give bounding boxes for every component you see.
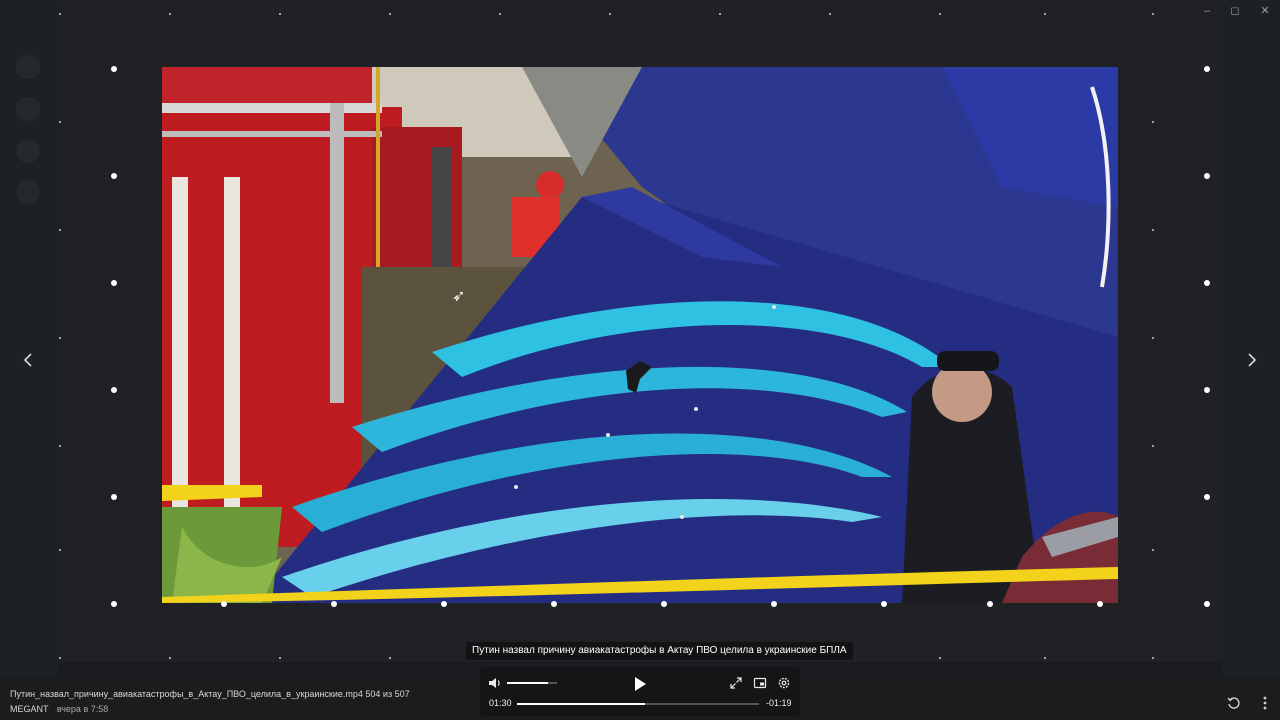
previous-media-button[interactable] [19,350,39,370]
placeholder-dot [881,601,887,607]
placeholder-dot [1152,657,1154,659]
close-button[interactable]: ✕ [1255,2,1275,20]
placeholder-dot [111,173,117,179]
volume-button[interactable] [488,676,502,690]
video-frame-image [162,67,1118,603]
avatar [16,97,40,121]
placeholder-dot [169,657,171,659]
placeholder-dot [829,13,831,15]
video-player-controls: 01:30 -01:19 [480,667,800,716]
seek-bar[interactable] [517,703,759,705]
placeholder-dot [111,601,117,607]
rotate-button[interactable] [1226,695,1242,711]
placeholder-dot [389,657,391,659]
remaining-time: -01:19 [766,698,792,708]
placeholder-dot [987,601,993,607]
minimize-button[interactable]: – [1197,2,1217,20]
picture-in-picture-icon [753,677,767,689]
placeholder-dot [609,13,611,15]
maximize-button[interactable]: ◻ [1225,2,1245,20]
video-frame[interactable]: ➶ [162,67,1118,603]
placeholder-dot [1204,173,1210,179]
media-position: 504 из 507 [365,689,410,699]
placeholder-dot [389,13,391,15]
file-info: Путин_назвал_причину_авиакатастрофы_в_Ак… [10,689,410,699]
placeholder-dot [1152,337,1154,339]
placeholder-dot [59,121,61,123]
volume-level [507,682,548,684]
more-vertical-icon [1263,696,1267,710]
message-meta: MEGANT вчера в 7:58 [10,704,108,714]
placeholder-dot [59,445,61,447]
picture-in-picture-button[interactable] [753,676,767,690]
fullscreen-button[interactable] [729,676,743,690]
placeholder-dot [1097,601,1103,607]
placeholder-dot [1204,66,1210,72]
avatar [16,55,40,79]
placeholder-dot [169,13,171,15]
settings-button[interactable] [777,676,791,690]
placeholder-dot [1152,13,1154,15]
placeholder-dot [279,657,281,659]
placeholder-dot [939,657,941,659]
placeholder-dot [1204,601,1210,607]
seek-progress [517,703,646,705]
next-media-button[interactable] [1241,350,1261,370]
placeholder-dot [111,280,117,286]
chevron-left-icon [23,353,32,367]
placeholder-dot [59,549,61,551]
placeholder-dot [1044,657,1046,659]
placeholder-dot [1152,445,1154,447]
more-options-button[interactable] [1257,695,1273,711]
message-date[interactable]: вчера в 7:58 [57,704,108,714]
placeholder-dot [1152,549,1154,551]
placeholder-dot [441,601,447,607]
placeholder-dot [939,13,941,15]
placeholder-dot [59,13,61,15]
placeholder-dot [59,229,61,231]
settings-icon [778,677,790,689]
placeholder-dot [1044,13,1046,15]
current-time: 01:30 [489,698,512,708]
placeholder-dot [551,601,557,607]
placeholder-dot [719,13,721,15]
placeholder-dot [1152,229,1154,231]
media-caption: Путин назвал причину авиакатастрофы в Ак… [466,642,853,660]
placeholder-dot [111,387,117,393]
play-icon [635,677,646,691]
chevron-right-icon [1248,353,1257,367]
placeholder-dot [221,601,227,607]
placeholder-dot [331,601,337,607]
placeholder-dot [279,13,281,15]
fullscreen-icon [730,677,742,689]
play-button[interactable] [631,675,649,693]
avatar [16,180,40,204]
placeholder-dot [661,601,667,607]
placeholder-dot [111,66,117,72]
mouse-pointer-icon: ➶ [452,288,466,305]
placeholder-dot [59,337,61,339]
placeholder-dot [111,494,117,500]
placeholder-dot [499,13,501,15]
placeholder-dot [1204,280,1210,286]
placeholder-dot [1204,387,1210,393]
placeholder-dot [771,601,777,607]
avatar [16,139,40,163]
volume-slider[interactable] [507,682,557,684]
file-name: Путин_назвал_причину_авиакатастрофы_в_Ак… [10,689,363,699]
placeholder-dot [1204,494,1210,500]
rotate-icon [1227,697,1240,709]
sender-name[interactable]: MEGANT [10,704,48,714]
placeholder-dot [59,657,61,659]
placeholder-dot [1152,121,1154,123]
volume-icon [489,678,500,688]
